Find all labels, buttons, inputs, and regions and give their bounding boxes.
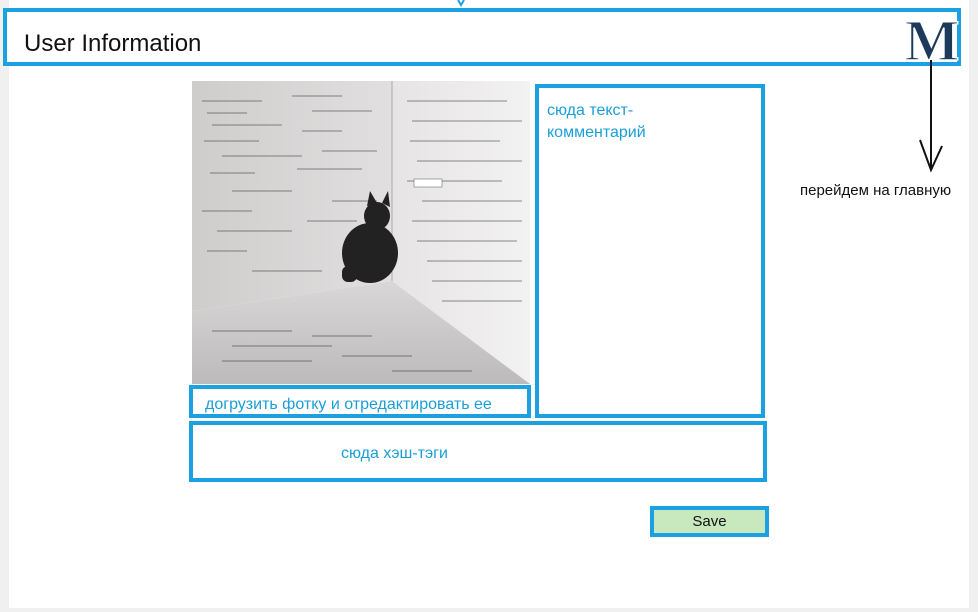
- arrow-down-icon: [919, 60, 943, 173]
- save-button[interactable]: Save: [650, 506, 769, 537]
- caret-icon: [457, 0, 465, 7]
- annotation-note: перейдем на главную: [800, 182, 952, 199]
- hashtags-placeholder: сюда хэш-тэги: [341, 445, 448, 462]
- hashtags-input[interactable]: сюда хэш-тэги: [189, 421, 767, 482]
- user-photo[interactable]: [192, 81, 530, 384]
- comment-textarea[interactable]: сюда текст-комментарий: [535, 84, 765, 418]
- header-bar: User Information: [3, 8, 961, 66]
- page-title: User Information: [24, 30, 202, 57]
- comment-placeholder: сюда текст-комментарий: [547, 102, 646, 141]
- upload-photo-label: догрузить фотку и отредактировать ее: [205, 396, 492, 413]
- upload-photo-box[interactable]: догрузить фотку и отредактировать ее: [189, 385, 531, 418]
